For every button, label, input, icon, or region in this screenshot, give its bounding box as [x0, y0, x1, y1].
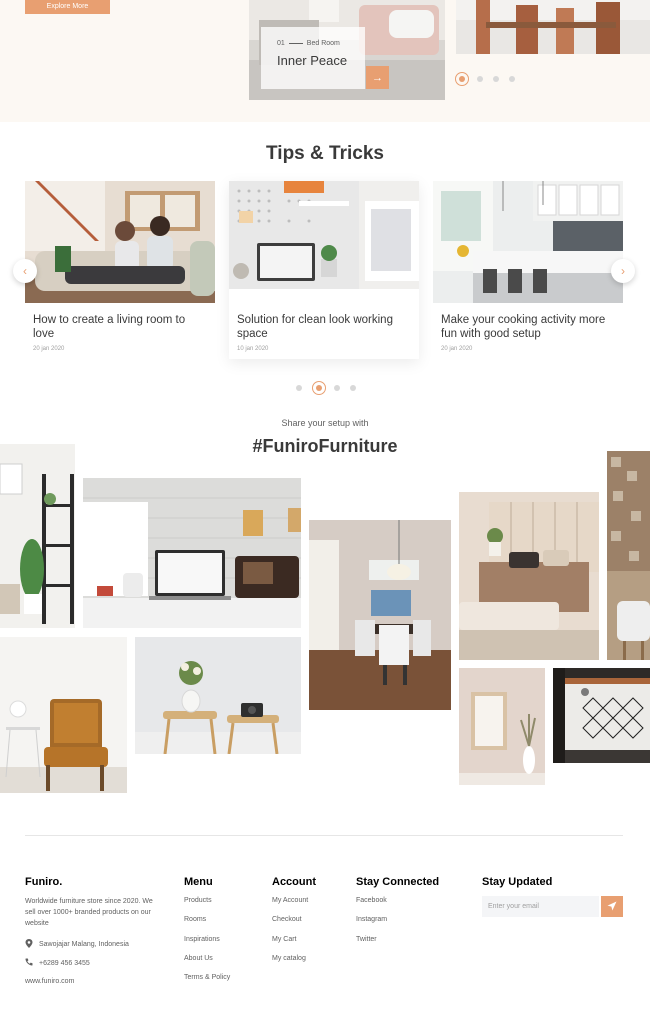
- account-link-cart[interactable]: My Cart: [272, 936, 297, 943]
- pagination-dot[interactable]: [493, 76, 499, 82]
- chevron-right-icon[interactable]: ›: [611, 259, 635, 283]
- social-link-instagram[interactable]: Instagram: [356, 916, 387, 923]
- footer-phone: +6289 456 3455: [25, 958, 90, 968]
- gallery-desk-photo[interactable]: [83, 478, 301, 628]
- social-link-twitter[interactable]: Twitter: [356, 936, 377, 943]
- social-link-facebook[interactable]: Facebook: [356, 897, 387, 904]
- kitchen-photo: [433, 181, 623, 303]
- menu-link-rooms[interactable]: Rooms: [184, 916, 206, 923]
- chevron-left-icon[interactable]: ‹: [13, 259, 37, 283]
- gallery-armchair-photo[interactable]: [0, 637, 127, 793]
- phone-text: +6289 456 3455: [39, 959, 90, 967]
- gallery-bedroom-photo[interactable]: [459, 492, 599, 660]
- pagination-dot-active[interactable]: [455, 72, 469, 86]
- footer-divider: [25, 835, 623, 836]
- account-link-catalog[interactable]: My catalog: [272, 955, 306, 962]
- footer-website[interactable]: www.funiro.com: [25, 978, 74, 985]
- pagination-dot[interactable]: [350, 385, 356, 391]
- menu-link-terms[interactable]: Terms & Policy: [184, 974, 230, 981]
- arrow-right-icon[interactable]: →: [366, 66, 389, 89]
- explore-more-button[interactable]: Explore More: [25, 0, 110, 14]
- workspace-photo: [229, 181, 419, 303]
- tip-title[interactable]: Solution for clean look working space: [237, 313, 413, 341]
- account-link-my-account[interactable]: My Account: [272, 897, 308, 904]
- menu-link-about[interactable]: About Us: [184, 955, 213, 962]
- slide-number: 01: [277, 40, 285, 47]
- gallery-stools-photo[interactable]: [135, 637, 301, 754]
- share-subtitle: Share your setup with: [281, 418, 369, 428]
- tip-date: 10 jan 2020: [237, 346, 269, 352]
- subscribe-button[interactable]: [601, 896, 623, 917]
- account-heading: Account: [272, 876, 316, 888]
- email-input[interactable]: Enter your email: [482, 896, 599, 917]
- gallery-shelf-photo[interactable]: [0, 444, 75, 628]
- slide-room: Bed Room: [306, 40, 340, 47]
- menu-link-inspirations[interactable]: Inspirations: [184, 936, 220, 943]
- pagination-dot[interactable]: [296, 385, 302, 391]
- share-hashtag: #FuniroFurniture: [252, 436, 398, 456]
- slide-pagination: [455, 72, 515, 86]
- pagination-dot-active[interactable]: [312, 381, 326, 395]
- pagination-dot[interactable]: [477, 76, 483, 82]
- tip-title[interactable]: Make your cooking activity more fun with…: [441, 313, 617, 341]
- footer-description: Worldwide furniture store since 2020. We…: [25, 898, 153, 927]
- send-icon: [607, 898, 617, 916]
- living-room-photo: [25, 181, 215, 303]
- tips-pagination: [296, 381, 356, 395]
- tip-card[interactable]: How to create a living room to love 20 j…: [25, 181, 215, 359]
- account-link-checkout[interactable]: Checkout: [272, 916, 302, 923]
- tip-card[interactable]: Solution for clean look working space 10…: [229, 181, 419, 359]
- pagination-dot[interactable]: [509, 76, 515, 82]
- slide-meta: 01 Bed Room: [277, 40, 365, 47]
- updated-heading: Stay Updated: [482, 876, 553, 888]
- connected-heading: Stay Connected: [356, 876, 440, 888]
- address-text: Sawojajar Malang, Indonesia: [39, 941, 129, 948]
- menu-heading: Menu: [184, 876, 213, 888]
- tip-date: 20 jan 2020: [33, 346, 65, 352]
- tip-title[interactable]: How to create a living room to love: [33, 313, 209, 341]
- slide-title: Inner Peace: [277, 53, 348, 68]
- footer-address: Sawojajar Malang, Indonesia: [25, 939, 129, 950]
- tip-date: 20 jan 2020: [441, 346, 473, 352]
- gallery-dining-photo[interactable]: [309, 520, 451, 710]
- phone-icon: [25, 958, 33, 968]
- slide-caption: 01 Bed Room Inner Peace: [261, 27, 365, 89]
- pagination-dot[interactable]: [334, 385, 340, 391]
- slide-divider: [288, 43, 303, 44]
- dining-slide-image[interactable]: [456, 0, 650, 54]
- footer-brand: Funiro.: [25, 876, 63, 888]
- tips-heading: Tips & Tricks: [266, 143, 384, 164]
- gallery-kitchen-photo[interactable]: [553, 668, 650, 763]
- gallery-frame-photo[interactable]: [459, 668, 545, 785]
- gallery-chair-photo[interactable]: [607, 451, 650, 660]
- menu-link-products[interactable]: Products: [184, 897, 212, 904]
- tip-card[interactable]: Make your cooking activity more fun with…: [433, 181, 623, 359]
- location-pin-icon: [25, 939, 33, 950]
